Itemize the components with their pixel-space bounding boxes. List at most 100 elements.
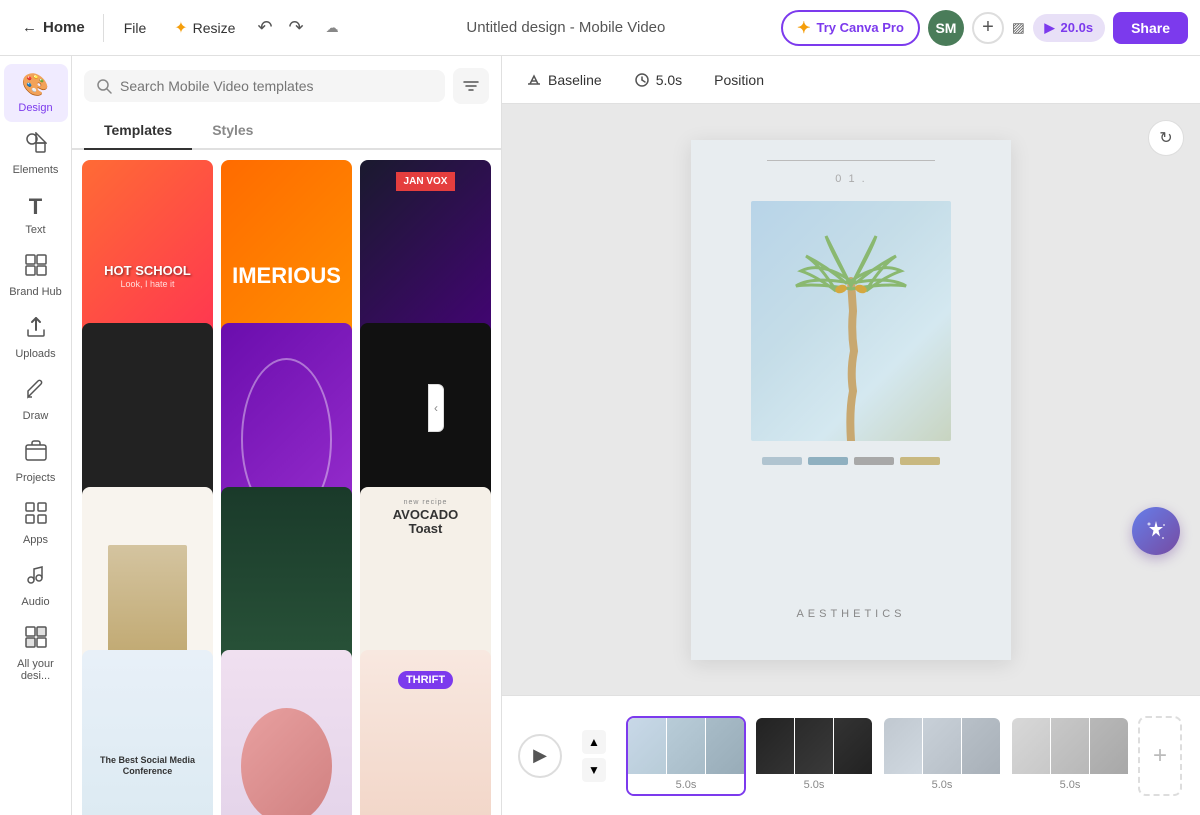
sidebar-item-draw[interactable]: Draw <box>4 370 68 430</box>
filter-button[interactable] <box>453 68 489 104</box>
undo-button[interactable]: ↶ <box>251 13 278 42</box>
page-prev-button[interactable]: ▲ <box>582 730 606 754</box>
sidebar-item-uploads[interactable]: Uploads <box>4 308 68 368</box>
track-preview <box>884 718 1000 776</box>
track-preview <box>1012 718 1128 776</box>
timeline-tracks: 5.0s 5.0s <box>626 716 1184 796</box>
sidebar-item-projects[interactable]: Projects <box>4 432 68 492</box>
sidebar-item-apps[interactable]: Apps <box>4 494 68 554</box>
rotate-handle[interactable]: ↻ <box>1148 120 1184 156</box>
duration-button[interactable]: 5.0s <box>626 66 690 94</box>
topbar-divider <box>103 14 104 42</box>
sidebar-item-text[interactable]: T Text <box>4 186 68 244</box>
track-duration: 5.0s <box>1012 776 1128 794</box>
sidebar-item-design[interactable]: 🎨 Design <box>4 64 68 122</box>
timeline-track[interactable]: 5.0s <box>626 716 746 796</box>
canvas-toolbar: Baseline 5.0s Position <box>502 56 1200 104</box>
search-input[interactable] <box>120 78 433 94</box>
page-next-button[interactable]: ▼ <box>582 758 606 782</box>
topbar: ← Home File ✦ Resize ↶ ↷ ☁ Untitled desi… <box>0 0 1200 56</box>
sidebar-label-brand-hub: Brand Hub <box>9 286 62 298</box>
file-button[interactable]: File <box>112 14 159 42</box>
sidebar-label-apps: Apps <box>23 534 48 546</box>
swatch-2 <box>808 457 848 465</box>
position-label: Position <box>714 72 764 88</box>
track-duration: 5.0s <box>628 776 744 794</box>
main-content: 🎨 Design Elements T Text Brand Hub Uploa… <box>0 56 1200 815</box>
try-pro-label: Try Canva Pro <box>817 20 904 35</box>
canvas-photo <box>751 201 951 441</box>
sidebar-label-draw: Draw <box>23 410 49 422</box>
canvas-page-num: 0 1 . <box>835 173 866 185</box>
resize-icon: ✦ <box>174 18 187 38</box>
template-card[interactable]: THRIFT WITH ME! ▶ <box>360 650 491 815</box>
page-controls: ▲ ▼ <box>574 730 614 782</box>
design-canvas[interactable]: 0 1 . <box>691 140 1011 660</box>
canvas-top-line <box>767 160 935 161</box>
share-button[interactable]: Share <box>1113 12 1188 44</box>
save-status-button[interactable]: ☁ <box>314 14 351 42</box>
star-icon: ✦ <box>797 18 810 38</box>
topbar-right: ✦ Try Canva Pro SM + ▨ ▶ 20.0s Share <box>781 10 1188 46</box>
baseline-label: Baseline <box>548 72 602 88</box>
baseline-button[interactable]: Baseline <box>518 66 610 94</box>
user-avatar[interactable]: SM <box>928 10 964 46</box>
brand-hub-icon <box>25 254 47 282</box>
filter-icon <box>462 77 480 95</box>
add-collaborator-button[interactable]: + <box>972 12 1004 44</box>
sidebar-label-audio: Audio <box>21 596 49 608</box>
duration-label: 5.0s <box>656 72 682 88</box>
search-icon <box>96 78 112 94</box>
topbar-left: ← Home File ✦ Resize ↶ ↷ ☁ <box>12 12 351 44</box>
sidebar-label-text: Text <box>25 224 45 236</box>
apps-icon <box>25 502 47 530</box>
position-button[interactable]: Position <box>706 66 772 94</box>
play-button[interactable]: ▶ <box>518 734 562 778</box>
track-duration: 5.0s <box>884 776 1000 794</box>
swatch-3 <box>854 457 894 465</box>
template-card[interactable]: ▶ <box>221 650 352 815</box>
sidebar-item-all-designs[interactable]: All your desi... <box>4 618 68 690</box>
timeline-track[interactable]: 5.0s <box>754 716 874 796</box>
timer-button[interactable]: ▶ 20.0s <box>1033 14 1106 42</box>
sidebar-label-elements: Elements <box>13 164 59 176</box>
tab-templates[interactable]: Templates <box>84 112 192 150</box>
tab-bar: Templates Styles <box>72 112 501 150</box>
document-title: Untitled design - Mobile Video <box>359 19 773 36</box>
home-button[interactable]: ← Home <box>12 13 95 42</box>
baseline-icon <box>526 72 542 88</box>
home-label: Home <box>43 19 85 36</box>
template-card[interactable]: The Best Social Media Conference ▶ <box>82 650 213 815</box>
tab-styles[interactable]: Styles <box>192 112 273 150</box>
rotate-icon: ↻ <box>1159 128 1172 148</box>
elements-icon <box>25 132 47 160</box>
home-icon: ← <box>22 19 37 36</box>
track-preview <box>756 718 872 776</box>
draw-icon <box>25 378 47 406</box>
timeline-track[interactable]: 5.0s <box>882 716 1002 796</box>
hide-panel-button[interactable]: ‹ <box>428 384 444 432</box>
all-designs-icon <box>25 626 47 654</box>
magic-button[interactable] <box>1132 507 1180 555</box>
clock-icon <box>634 72 650 88</box>
templates-panel: Templates Styles HOT SCHOOL Look, I hate… <box>72 56 502 815</box>
sidebar-label-design: Design <box>18 102 52 114</box>
add-scene-button[interactable]: + <box>1138 716 1182 796</box>
analytics-button[interactable]: ▨ <box>1012 20 1025 36</box>
sidebar-label-all-designs: All your desi... <box>8 658 64 682</box>
sidebar-item-elements[interactable]: Elements <box>4 124 68 184</box>
templates-grid: HOT SCHOOL Look, I hate it ▶ IMERIOUS ▶ … <box>72 150 501 815</box>
timeline-track[interactable]: 5.0s <box>1010 716 1130 796</box>
track-duration: 5.0s <box>756 776 872 794</box>
text-icon: T <box>29 194 42 220</box>
sidebar-item-brand-hub[interactable]: Brand Hub <box>4 246 68 306</box>
redo-button[interactable]: ↷ <box>283 13 310 42</box>
color-swatches <box>762 457 940 465</box>
canvas-main: 0 1 . <box>502 104 1200 695</box>
projects-icon <box>25 440 47 468</box>
resize-button[interactable]: ✦ Resize <box>162 12 247 44</box>
magic-icon <box>1144 519 1168 543</box>
palm-tree-illustration <box>791 221 911 441</box>
try-pro-button[interactable]: ✦ Try Canva Pro <box>781 10 920 46</box>
sidebar-item-audio[interactable]: Audio <box>4 556 68 616</box>
